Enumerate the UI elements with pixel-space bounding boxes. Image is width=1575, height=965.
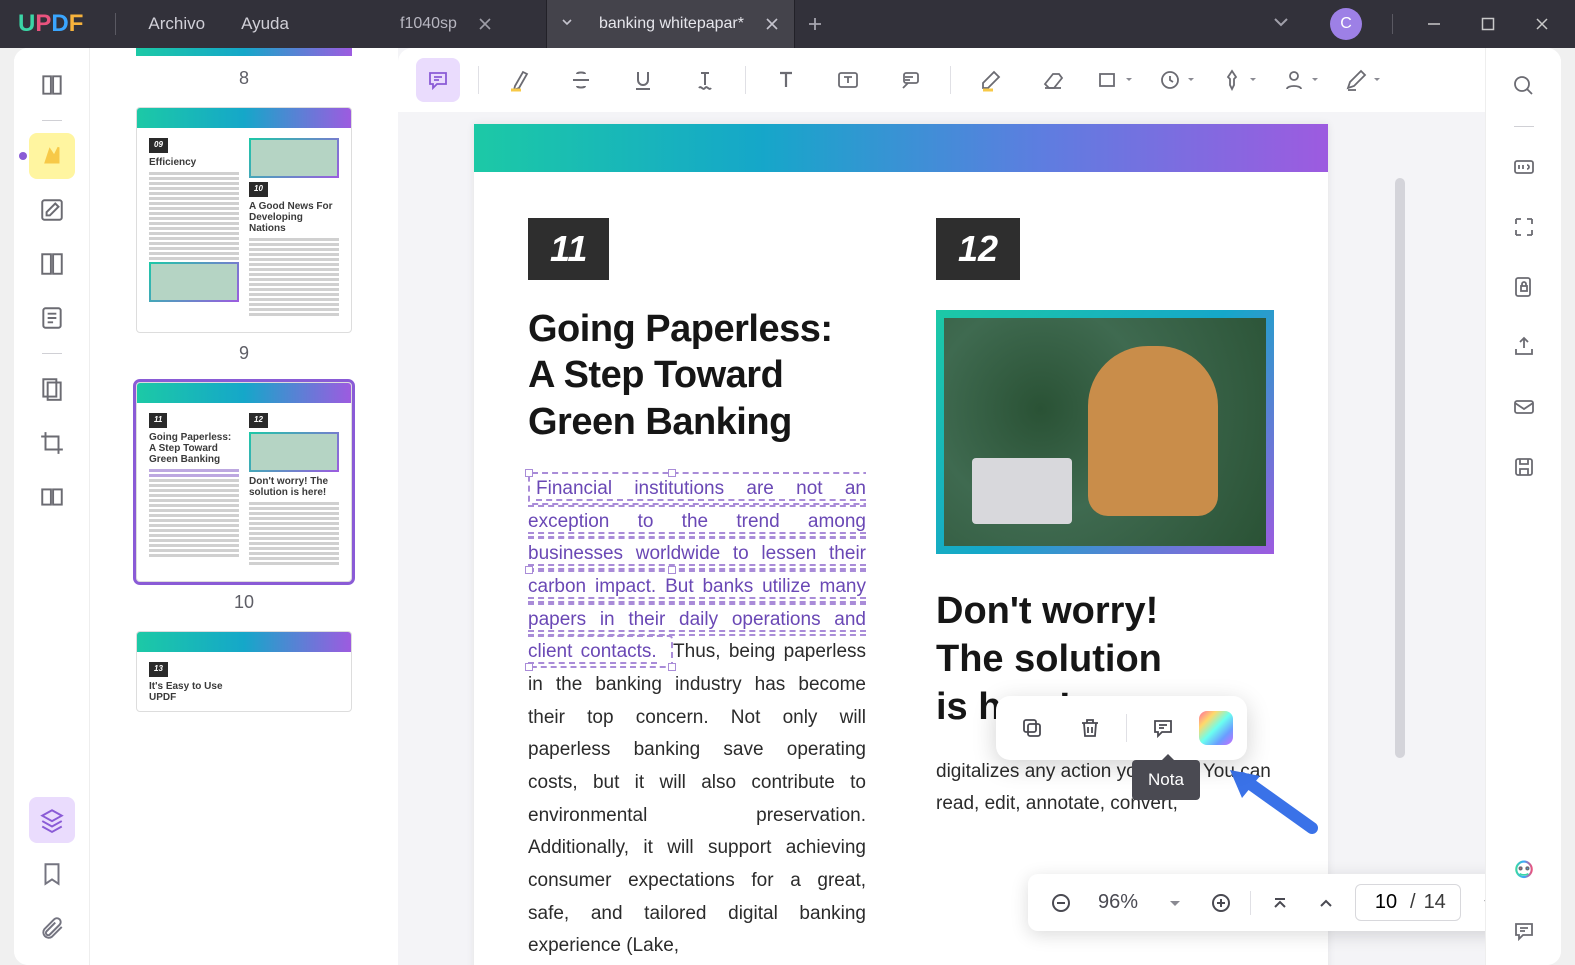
screenshot-icon[interactable]: [1504, 207, 1544, 247]
layers-icon[interactable]: [29, 797, 75, 843]
page-number: 10: [136, 592, 352, 613]
strikethrough-tool[interactable]: [559, 58, 603, 102]
page-view-icon[interactable]: [29, 241, 75, 287]
thumbnail-page-9[interactable]: 09 Efficiency 10 A Good News For Develop…: [136, 107, 352, 333]
zoom-value[interactable]: 96%: [1090, 891, 1146, 914]
color-picker-button[interactable]: [1199, 711, 1233, 745]
squiggly-tool[interactable]: [683, 58, 727, 102]
document-area: 11 Going Paperless: A Step Toward Green …: [398, 48, 1485, 965]
section-badge-11: 11: [528, 218, 609, 280]
copy-button[interactable]: [1010, 706, 1054, 750]
titlebar: UPDF Archivo Ayuda f1040sp banking white…: [0, 0, 1575, 48]
underline-tool[interactable]: [621, 58, 665, 102]
article-image: [936, 310, 1274, 554]
page-number: 8: [136, 68, 352, 89]
redact-tool[interactable]: [1341, 58, 1385, 102]
article-paragraph[interactable]: Financial institutions are not an except…: [528, 473, 866, 965]
next-page-button[interactable]: [1473, 886, 1485, 920]
window-controls: C: [1252, 1, 1575, 47]
callout-tool[interactable]: [888, 58, 932, 102]
page-number: 9: [136, 343, 352, 364]
annotation-toolbar: [398, 48, 1485, 112]
maximize-button[interactable]: [1465, 1, 1511, 47]
email-icon[interactable]: [1504, 387, 1544, 427]
close-button[interactable]: [1519, 1, 1565, 47]
bookmark-icon[interactable]: [29, 851, 75, 897]
tab-banking[interactable]: banking whitepapar*: [547, 0, 795, 48]
left-toolbar: [14, 48, 90, 965]
article-title[interactable]: Going Paperless: A Step Toward Green Ban…: [528, 306, 866, 445]
search-icon[interactable]: [1504, 66, 1544, 106]
edit-text-icon[interactable]: [29, 187, 75, 233]
ocr-icon[interactable]: [1504, 147, 1544, 187]
chevron-down-icon[interactable]: [561, 15, 573, 33]
page-current-field[interactable]: [1370, 891, 1402, 914]
compare-icon[interactable]: [29, 474, 75, 520]
thumbnail-panel: 8 09 Efficiency 10 A Good News For Devel…: [90, 48, 398, 965]
pencil-tool[interactable]: [969, 58, 1013, 102]
selected-text[interactable]: Financial institutions are not an except…: [528, 472, 866, 668]
reader-icon[interactable]: [29, 62, 75, 108]
textbox-tool[interactable]: [826, 58, 870, 102]
eraser-tool[interactable]: [1031, 58, 1075, 102]
footer-bar: 96% / 14: [1028, 874, 1485, 931]
attach-icon[interactable]: [29, 905, 75, 951]
thumbnail-page-10[interactable]: 11 Going Paperless: A Step Toward Green …: [136, 382, 352, 582]
close-icon[interactable]: [764, 16, 780, 32]
pin-tool[interactable]: [1217, 58, 1261, 102]
add-tab-button[interactable]: [795, 0, 835, 48]
crop-icon[interactable]: [29, 420, 75, 466]
section-badge-12: 12: [936, 218, 1020, 280]
note-button[interactable]: [1141, 706, 1185, 750]
page-total: 14: [1424, 891, 1446, 914]
protect-icon[interactable]: [1504, 267, 1544, 307]
scrollbar[interactable]: [1395, 178, 1405, 758]
zoom-in-button[interactable]: [1204, 886, 1238, 920]
annotation-arrow: [1222, 768, 1322, 843]
page-input[interactable]: / 14: [1355, 884, 1461, 921]
selection-context-menu: [996, 696, 1247, 760]
highlight-icon[interactable]: [29, 133, 75, 179]
organize-pages-icon[interactable]: [29, 366, 75, 412]
first-page-button[interactable]: [1263, 886, 1297, 920]
zoom-out-button[interactable]: [1044, 886, 1078, 920]
stamp-tool[interactable]: [1155, 58, 1199, 102]
chevron-down-icon[interactable]: [1252, 5, 1310, 44]
menu-help[interactable]: Ayuda: [223, 14, 307, 34]
minimize-button[interactable]: [1411, 1, 1457, 47]
tab-label: f1040sp: [400, 15, 457, 33]
right-toolbar: [1485, 48, 1561, 965]
save-icon[interactable]: [1504, 447, 1544, 487]
tab-f1040sp[interactable]: f1040sp: [347, 0, 547, 48]
ai-icon[interactable]: [1504, 851, 1544, 891]
menu-file[interactable]: Archivo: [130, 14, 223, 34]
comment-tool[interactable]: [416, 58, 460, 102]
close-icon[interactable]: [477, 16, 493, 32]
signer-tool[interactable]: [1279, 58, 1323, 102]
tab-strip: f1040sp banking whitepapar*: [347, 0, 835, 48]
text-tool[interactable]: [764, 58, 808, 102]
zoom-dropdown[interactable]: [1158, 886, 1192, 920]
prev-page-button[interactable]: [1309, 886, 1343, 920]
app-logo: UPDF: [0, 10, 101, 38]
page-content: 11 Going Paperless: A Step Toward Green …: [474, 124, 1328, 965]
comments-icon[interactable]: [1504, 911, 1544, 951]
tooltip-nota: Nota: [1132, 760, 1200, 800]
delete-button[interactable]: [1068, 706, 1112, 750]
share-icon[interactable]: [1504, 327, 1544, 367]
avatar[interactable]: C: [1330, 8, 1362, 40]
forms-icon[interactable]: [29, 295, 75, 341]
workspace: 8 09 Efficiency 10 A Good News For Devel…: [14, 48, 1561, 965]
shape-tool[interactable]: [1093, 58, 1137, 102]
page-header-gradient: [474, 124, 1328, 172]
tab-label: banking whitepapar*: [599, 15, 744, 33]
thumbnail-page-11[interactable]: 13 It's Easy to Use UPDF: [136, 631, 352, 712]
highlighter-tool[interactable]: [497, 58, 541, 102]
